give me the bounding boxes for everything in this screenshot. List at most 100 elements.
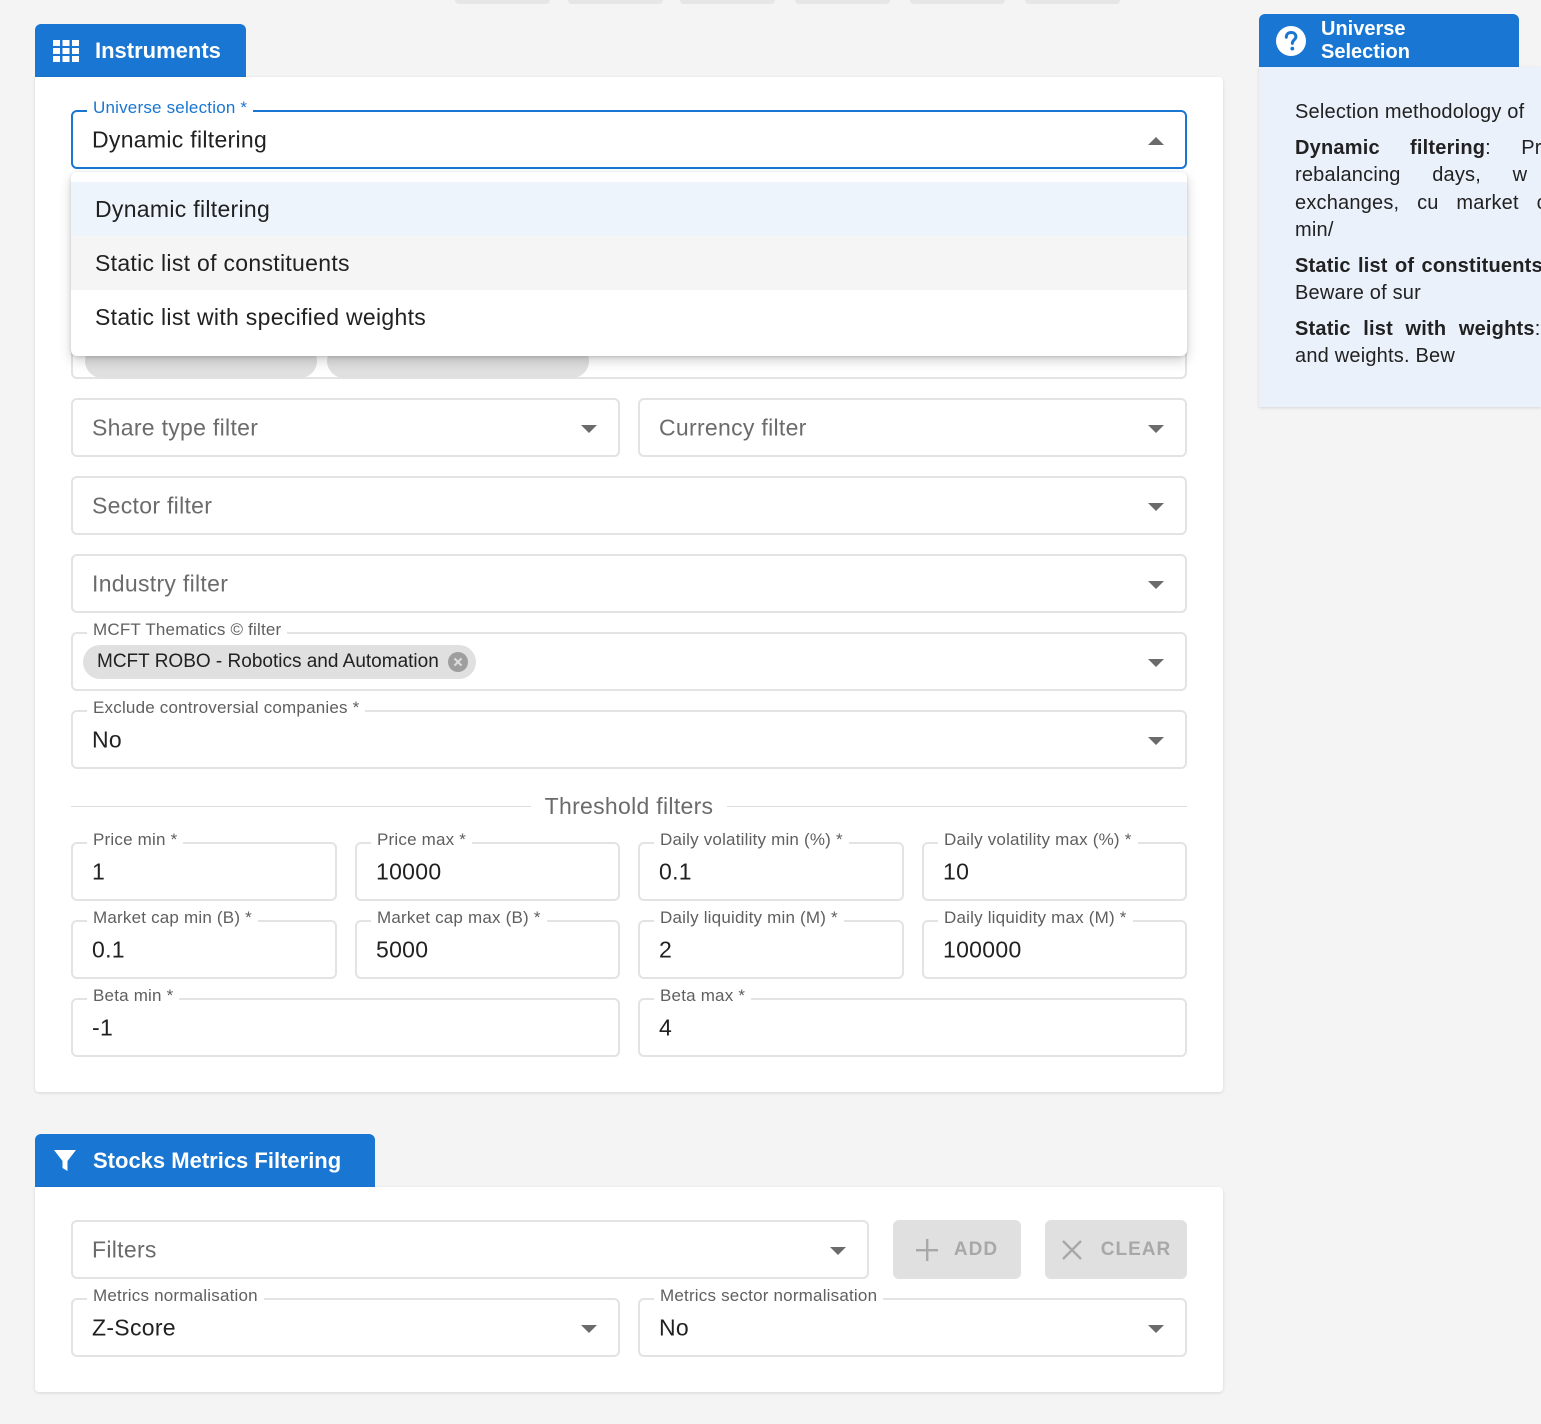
grid-icon <box>53 39 79 62</box>
price-min-value: 1 <box>92 858 106 884</box>
caret-down-icon[interactable] <box>1148 658 1164 667</box>
exclude-controversial-select[interactable]: Exclude controversial companies * No <box>71 698 1187 769</box>
threshold-divider: Threshold filters <box>71 790 1187 822</box>
price-max-input[interactable]: Price max * 10000 <box>355 830 620 901</box>
market-cap-max-input[interactable]: Market cap max (B) * 5000 <box>355 908 620 979</box>
help-intro: Selection methodology of <box>1295 101 1525 123</box>
metrics-tab-header: Stocks Metrics Filtering <box>35 1134 375 1187</box>
instruments-tab-header: Instruments <box>35 24 246 77</box>
market-cap-min-input[interactable]: Market cap min (B) * 0.1 <box>71 908 337 979</box>
volatility-min-label: Daily volatility min (%) * <box>654 830 849 850</box>
option-static-list-weights[interactable]: Static list with specified weights <box>71 290 1187 344</box>
clear-button-label: CLEAR <box>1100 1238 1172 1260</box>
liquidity-min-input[interactable]: Daily liquidity min (M) * 2 <box>638 908 904 979</box>
caret-down-icon[interactable] <box>1148 424 1164 433</box>
volatility-max-input[interactable]: Daily volatility max (%) * 10 <box>922 830 1187 901</box>
caret-down-icon[interactable] <box>1148 1324 1164 1333</box>
chip-remove-icon[interactable] <box>447 651 468 672</box>
help-dynamic-term: Dynamic filtering <box>1295 136 1486 159</box>
help-circle-icon <box>1276 25 1306 56</box>
exclude-controversial-value: No <box>92 726 123 752</box>
price-max-value: 10000 <box>376 858 442 884</box>
beta-max-input[interactable]: Beta max * 4 <box>638 986 1187 1057</box>
volatility-min-input[interactable]: Daily volatility min (%) * 0.1 <box>638 830 904 901</box>
caret-down-icon[interactable] <box>581 424 597 433</box>
share-type-filter-placeholder: Share type filter <box>92 414 259 440</box>
market-cap-max-label: Market cap max (B) * <box>371 908 547 928</box>
option-dynamic-filtering[interactable]: Dynamic filtering <box>71 182 1187 236</box>
universe-selection-select[interactable]: Universe selection * Dynamic filtering <box>71 98 1187 169</box>
liquidity-min-label: Daily liquidity min (M) * <box>654 908 844 928</box>
clear-button[interactable]: CLEAR <box>1045 1220 1187 1279</box>
caret-down-icon[interactable] <box>581 1324 597 1333</box>
help-dynamic: Dynamic filtering: Pre-filt each rebalan… <box>1295 135 1541 245</box>
beta-max-value: 4 <box>659 1014 673 1040</box>
help-panel: Selection methodology of Dynamic filteri… <box>1259 67 1541 407</box>
price-min-label: Price min * <box>87 830 184 850</box>
share-type-filter-select[interactable]: Share type filter <box>71 398 620 457</box>
volatility-max-label: Daily volatility max (%) * <box>938 830 1138 850</box>
filters-select[interactable]: Filters <box>71 1220 869 1279</box>
metrics-sector-normalisation-select[interactable]: Metrics sector normalisation No <box>638 1286 1187 1357</box>
volatility-max-value: 10 <box>943 858 970 884</box>
thematics-filter-label: MCFT Thematics © filter <box>87 620 288 640</box>
market-cap-min-label: Market cap min (B) * <box>87 908 258 928</box>
liquidity-min-value: 2 <box>659 936 673 962</box>
metrics-sector-normalisation-value: No <box>659 1314 690 1340</box>
universe-selection-menu: Dynamic filtering Static list of constit… <box>71 172 1187 356</box>
filter-icon <box>54 1149 76 1171</box>
price-max-label: Price max * <box>371 830 473 850</box>
help-weights: Static list with weights: U symbols and … <box>1295 316 1541 371</box>
metrics-title: Stocks Metrics Filtering <box>93 1147 342 1173</box>
beta-min-value: -1 <box>92 1014 114 1040</box>
beta-min-label: Beta min * <box>87 986 180 1006</box>
scroll-remnant <box>455 0 550 4</box>
scroll-remnant <box>910 0 1005 4</box>
scroll-remnant <box>795 0 890 4</box>
caret-down-icon[interactable] <box>1148 736 1164 745</box>
industry-filter-select[interactable]: Industry filter <box>71 554 1187 613</box>
market-cap-min-value: 0.1 <box>92 936 125 962</box>
caret-down-icon[interactable] <box>1148 502 1164 511</box>
thematic-chip-label: MCFT ROBO - Robotics and Automation <box>97 650 439 672</box>
close-icon <box>1061 1239 1082 1260</box>
metrics-normalisation-value: Z-Score <box>92 1314 176 1340</box>
help-tab-header: Universe Selection <box>1259 14 1519 67</box>
universe-selection-label: Universe selection * <box>87 98 254 118</box>
volatility-min-value: 0.1 <box>659 858 692 884</box>
liquidity-max-value: 100000 <box>943 936 1022 962</box>
instruments-title: Instruments <box>95 37 221 63</box>
liquidity-max-input[interactable]: Daily liquidity max (M) * 100000 <box>922 908 1187 979</box>
help-static: Static list of constituents of symbols. … <box>1295 253 1541 308</box>
universe-selection-value: Dynamic filtering <box>92 126 268 152</box>
filters-placeholder: Filters <box>92 1236 157 1262</box>
beta-min-input[interactable]: Beta min * -1 <box>71 986 620 1057</box>
metrics-sector-normalisation-label: Metrics sector normalisation <box>654 1286 884 1306</box>
scroll-remnant <box>1025 0 1120 4</box>
help-weights-term: Static list with weights <box>1295 317 1535 340</box>
scroll-remnant <box>568 0 663 4</box>
currency-filter-placeholder: Currency filter <box>659 414 807 440</box>
threshold-title: Threshold filters <box>544 792 714 819</box>
help-static-term: Static list of constituents <box>1295 254 1541 277</box>
caret-down-icon[interactable] <box>830 1246 846 1255</box>
thematic-chip: MCFT ROBO - Robotics and Automation <box>83 644 476 679</box>
add-button[interactable]: ADD <box>893 1220 1021 1279</box>
thematics-filter-select[interactable]: MCFT Thematics © filter MCFT ROBO - Robo… <box>71 620 1187 691</box>
metrics-normalisation-select[interactable]: Metrics normalisation Z-Score <box>71 1286 620 1357</box>
add-button-label: ADD <box>953 1238 999 1260</box>
sector-filter-placeholder: Sector filter <box>92 492 213 518</box>
caret-down-icon[interactable] <box>1148 580 1164 589</box>
plus-icon <box>915 1238 938 1261</box>
caret-up-icon[interactable] <box>1148 136 1164 145</box>
industry-filter-placeholder: Industry filter <box>92 570 229 596</box>
scroll-remnant <box>680 0 775 4</box>
market-cap-max-value: 5000 <box>376 936 429 962</box>
beta-max-label: Beta max * <box>654 986 752 1006</box>
liquidity-max-label: Daily liquidity max (M) * <box>938 908 1133 928</box>
exclude-controversial-label: Exclude controversial companies * <box>87 698 366 718</box>
option-static-list-constituents[interactable]: Static list of constituents <box>71 236 1187 290</box>
sector-filter-select[interactable]: Sector filter <box>71 476 1187 535</box>
currency-filter-select[interactable]: Currency filter <box>638 398 1187 457</box>
price-min-input[interactable]: Price min * 1 <box>71 830 337 901</box>
